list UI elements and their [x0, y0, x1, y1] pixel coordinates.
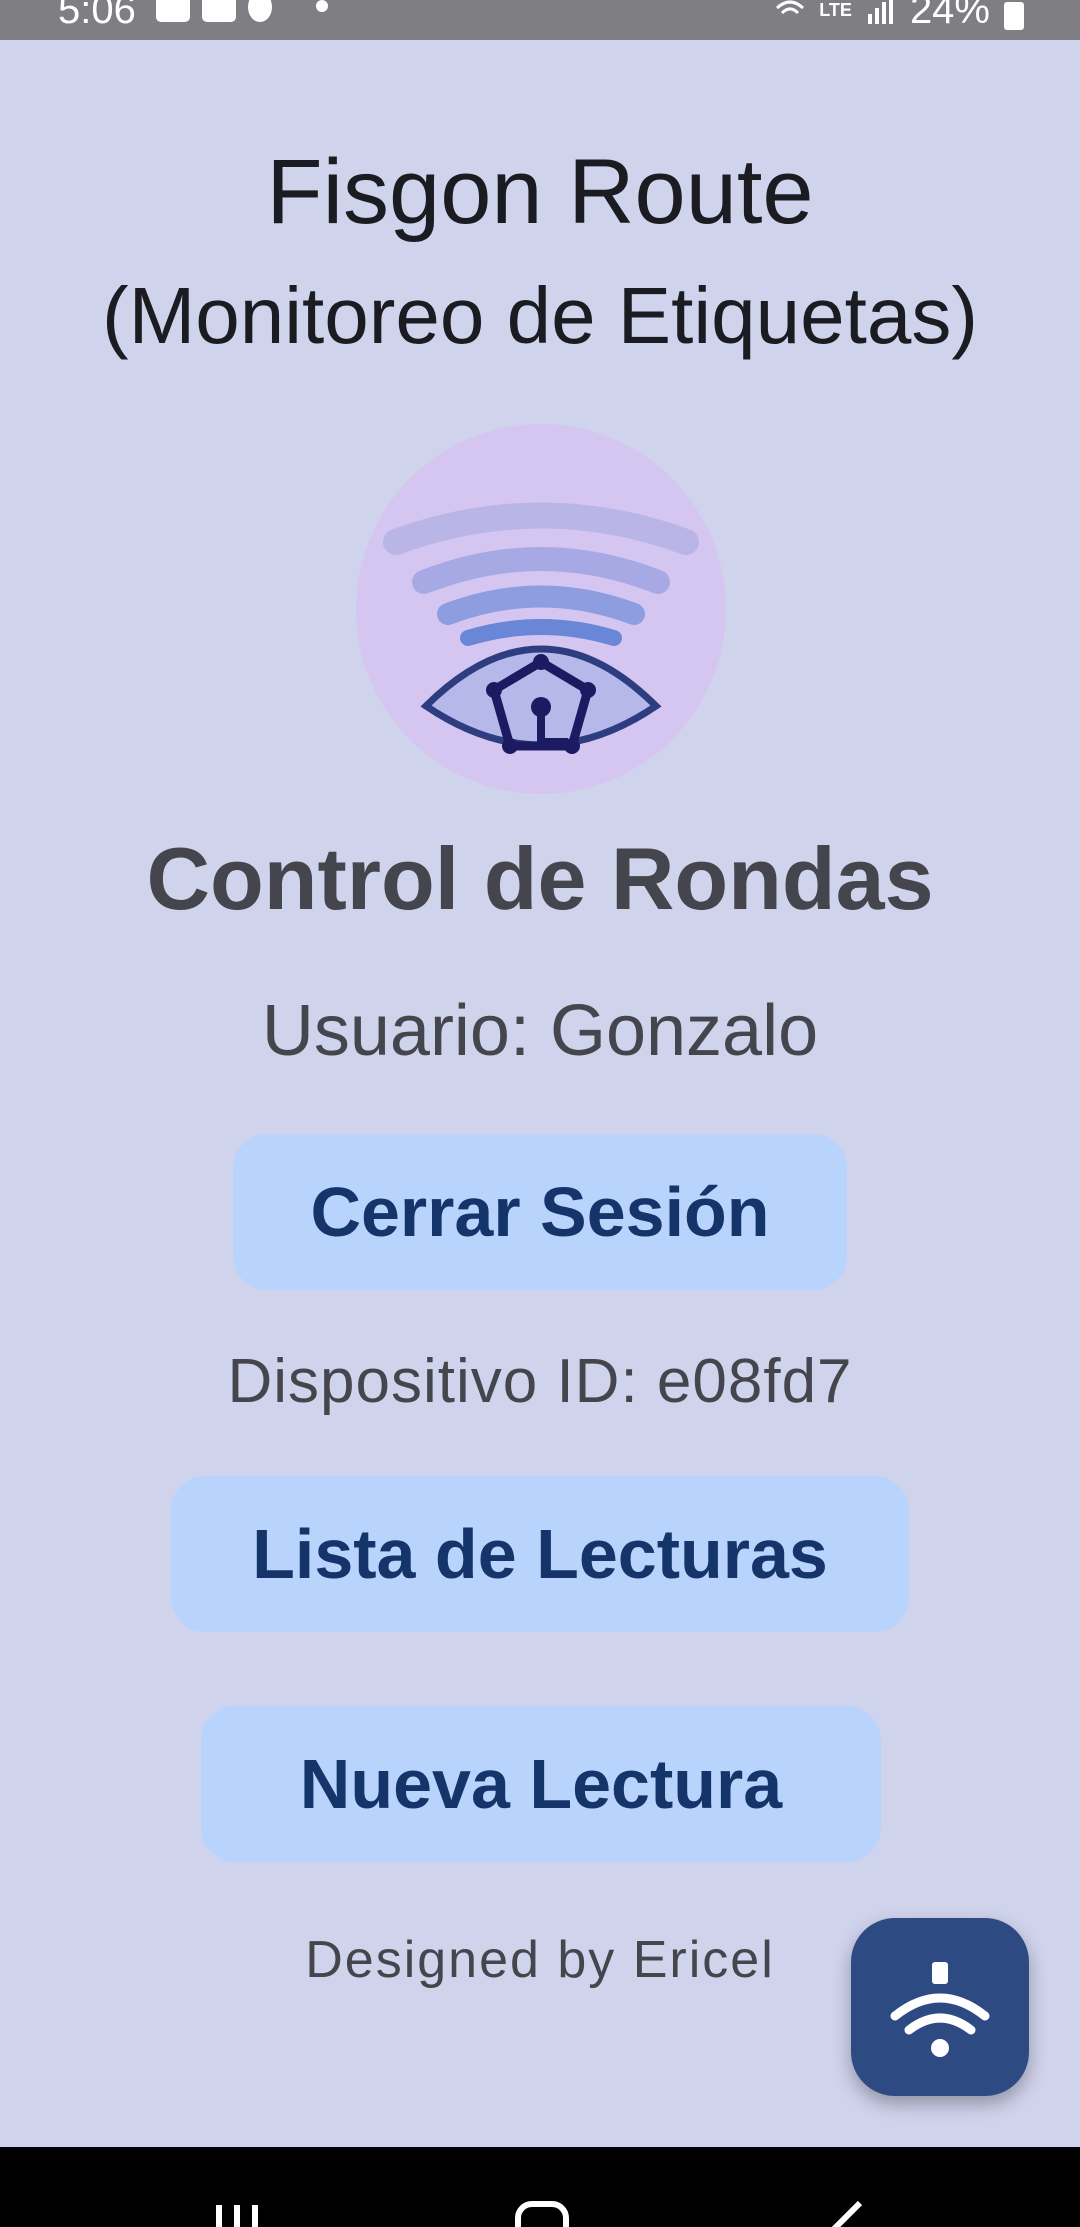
system-nav-bar — [0, 2147, 1080, 2227]
gallery-icon — [156, 0, 190, 22]
more-notifications-icon — [316, 0, 328, 12]
home-icon[interactable] — [514, 2201, 570, 2227]
signal-icon — [867, 0, 893, 24]
network-type: LTE — [819, 0, 852, 20]
status-indicators: LTE 24% — [775, 0, 1024, 33]
user-label: Usuario: Gonzalo — [261, 991, 819, 1071]
app-title-bold: Fisgon — [266, 141, 543, 243]
wifi-icon — [776, 0, 805, 14]
page-title: Control de Rondas — [146, 829, 934, 928]
app-title-rest: Route — [568, 141, 814, 243]
nfc-scan-button[interactable] — [851, 1918, 1029, 2096]
youtube-icon — [202, 0, 236, 22]
eye-wifi-house-logo — [356, 424, 726, 794]
status-time: 5:06 — [58, 0, 136, 32]
device-id-label: Dispositivo ID: e08fd7 — [227, 1347, 853, 1416]
tiktok-icon — [248, 0, 272, 22]
notification-icons — [156, 0, 272, 22]
status-bar: 5:06 LTE 24% — [0, 0, 1080, 40]
back-icon[interactable] — [820, 2201, 870, 2227]
new-reading-button[interactable]: Nueva Lectura — [201, 1706, 881, 1862]
logout-button[interactable]: Cerrar Sesión — [233, 1134, 847, 1290]
app-subtitle: (Monitoreo de Etiquetas) — [101, 271, 978, 360]
nfc-wifi-icon — [890, 1962, 990, 2057]
battery-icon — [1004, 1, 1024, 30]
battery-percent: 24% — [909, 0, 990, 32]
readings-list-button[interactable]: Lista de Lecturas — [171, 1476, 909, 1632]
recents-icon[interactable] — [212, 2201, 262, 2227]
app-title: Fisgon Route — [0, 140, 1080, 245]
